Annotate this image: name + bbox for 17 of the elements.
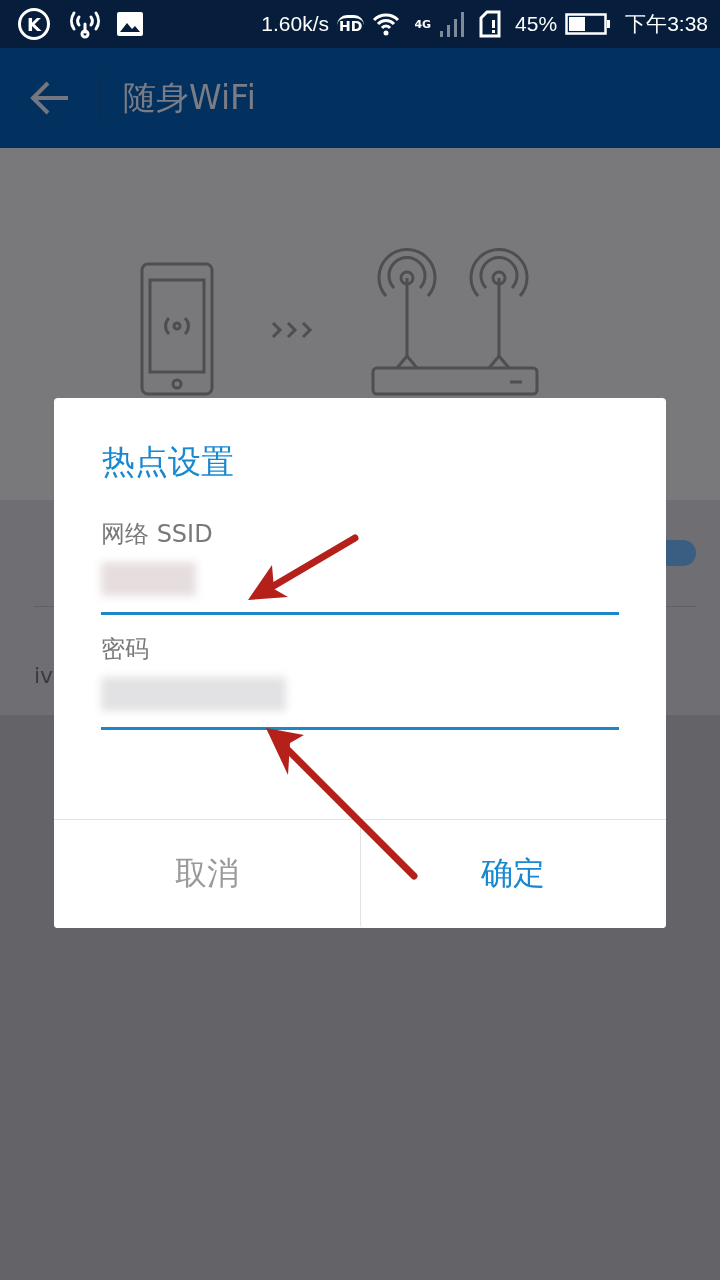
field-label: 密码 xyxy=(101,634,150,665)
battery-icon xyxy=(565,12,612,36)
image-icon xyxy=(116,11,144,37)
back-arrow-icon[interactable] xyxy=(30,80,70,116)
signal-icon xyxy=(439,11,466,37)
app-logo: K xyxy=(18,8,50,40)
field-label: 网络 SSID xyxy=(101,519,214,550)
clock: 下午3:38 xyxy=(625,11,708,37)
network-type: 4G xyxy=(414,17,432,31)
hd-voice-indicator: HD xyxy=(337,14,365,34)
wifi-icon xyxy=(372,12,401,36)
battery-percentage: 45% xyxy=(515,12,558,36)
screen-title: 随身WiFi xyxy=(123,76,256,119)
hotspot-icon xyxy=(68,9,102,39)
sim-card-icon xyxy=(479,10,502,38)
network-speed: 1.60k/s xyxy=(261,12,330,36)
dialog-title: 热点设置 xyxy=(101,441,235,483)
